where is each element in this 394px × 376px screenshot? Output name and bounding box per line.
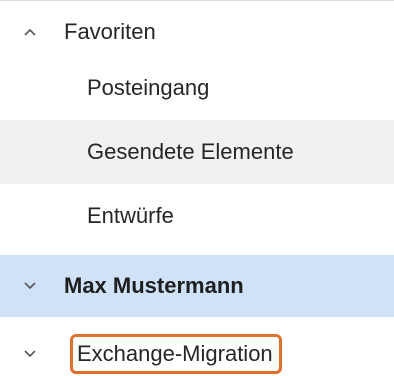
folder-label: Entwürfe [87,203,174,228]
folder-pane: Favoriten Posteingang Gesendete Elemente… [0,0,394,376]
folder-item-sent[interactable]: Gesendete Elemente [0,120,394,184]
folder-label: Posteingang [87,75,210,100]
folder-label: Gesendete Elemente [87,139,294,164]
pane-top-divider [0,0,394,4]
chevron-down-icon[interactable] [20,344,40,364]
account-label: Max Mustermann [64,273,244,298]
favorites-label: Favoriten [64,19,156,44]
favorites-group-header[interactable]: Favoriten [0,8,394,56]
highlighted-account-label: Exchange-Migration [70,334,282,374]
account-exchange-migration[interactable]: Exchange-Migration [0,332,394,376]
folder-item-inbox[interactable]: Posteingang [0,56,394,120]
folder-item-drafts[interactable]: Entwürfe [0,184,394,248]
chevron-down-icon[interactable] [20,276,40,296]
account-max-mustermann[interactable]: Max Mustermann [0,255,394,317]
chevron-up-icon[interactable] [20,22,40,42]
